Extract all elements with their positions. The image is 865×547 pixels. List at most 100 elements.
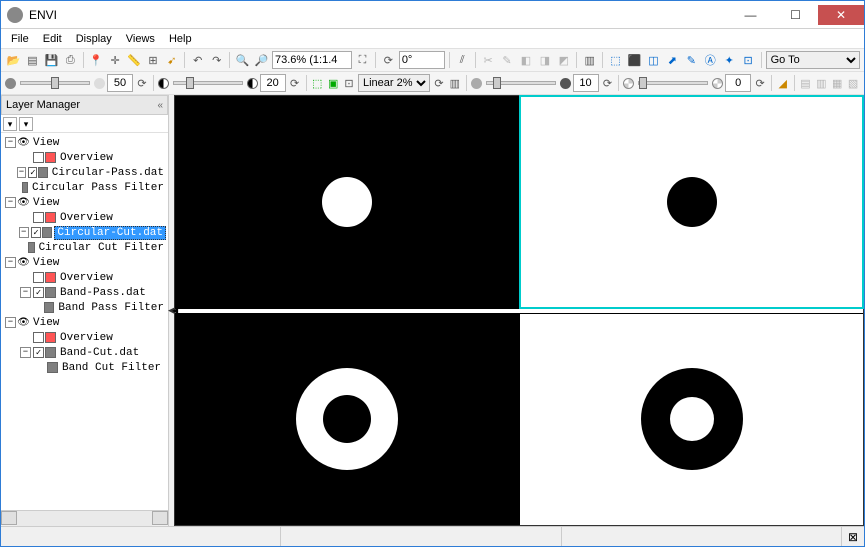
goto-select[interactable]: Go To <box>766 51 860 69</box>
arrow-icon[interactable]: ➹ <box>163 51 180 69</box>
redo-icon[interactable]: ↷ <box>208 51 225 69</box>
layers-icon[interactable]: ▤ <box>24 51 41 69</box>
rotate-icon[interactable]: ⟳ <box>380 51 397 69</box>
tool-e-icon[interactable]: ◩ <box>555 51 572 69</box>
open-icon[interactable]: 📂 <box>5 51 22 69</box>
vector-icon[interactable]: ✎ <box>683 51 700 69</box>
checkbox[interactable] <box>33 287 44 298</box>
tree-view-node[interactable]: −👁View <box>3 195 166 210</box>
tree-layer-node[interactable]: Band Cut Filter <box>3 360 166 375</box>
expander-icon[interactable]: − <box>5 317 16 328</box>
checkbox[interactable] <box>33 212 44 223</box>
zoom-in-icon[interactable]: 🔎 <box>253 51 270 69</box>
viewport-1[interactable] <box>175 96 518 308</box>
viewport-4[interactable] <box>520 314 863 526</box>
rotation-input[interactable] <box>399 51 445 69</box>
tool-a-icon[interactable]: ✂ <box>480 51 497 69</box>
tool-d-icon[interactable]: ◨ <box>536 51 553 69</box>
tree-view-node[interactable]: −👁View <box>3 255 166 270</box>
fly-icon[interactable]: ⬈ <box>664 51 681 69</box>
tree-layer-node[interactable]: Overview <box>3 330 166 345</box>
tree-layer-node[interactable]: Circular Pass Filter <box>3 180 166 195</box>
expander-icon[interactable]: − <box>20 287 31 298</box>
scale-icon[interactable]: 📏 <box>126 51 143 69</box>
tree-layer-node[interactable]: Band Pass Filter <box>3 300 166 315</box>
annot-icon[interactable]: Ⓐ <box>702 51 719 69</box>
stretch-full-icon[interactable]: ⊡ <box>342 74 356 92</box>
tree-layer-node[interactable]: −Band-Cut.dat <box>3 345 166 360</box>
menu-views[interactable]: Views <box>120 31 161 47</box>
brightness-input[interactable] <box>107 74 133 92</box>
tree-collapse-icon[interactable]: ▾ <box>3 117 17 131</box>
expander-icon[interactable]: − <box>5 137 16 148</box>
align-right-icon[interactable]: ▦ <box>830 74 844 92</box>
pan-icon[interactable]: ◫ <box>645 51 662 69</box>
mensuration-icon[interactable]: ⊡ <box>740 51 757 69</box>
tree-layer-node[interactable]: −Band-Pass.dat <box>3 285 166 300</box>
checkbox[interactable] <box>31 227 41 238</box>
status-close-icon[interactable]: ⊠ <box>842 530 864 544</box>
menu-help[interactable]: Help <box>163 31 198 47</box>
contrast-reset-icon[interactable]: ⟳ <box>288 74 302 92</box>
zoom-fit-icon[interactable]: ⛶ <box>354 51 371 69</box>
sharpen-reset-icon[interactable]: ⟳ <box>601 74 615 92</box>
menu-display[interactable]: Display <box>70 31 118 47</box>
stretch-view-icon[interactable]: ▣ <box>326 74 340 92</box>
transparency-reset-icon[interactable]: ⟳ <box>753 74 767 92</box>
zoom-out-icon[interactable]: 🔍 <box>234 51 251 69</box>
stretch-select[interactable]: Linear 2% <box>358 74 430 92</box>
tree-layer-node[interactable]: Overview <box>3 150 166 165</box>
sharpen-slider[interactable] <box>471 78 571 89</box>
align-left-icon[interactable]: ▤ <box>799 74 813 92</box>
minimize-button[interactable]: — <box>728 5 773 25</box>
transparency-slider[interactable] <box>623 78 723 89</box>
pin-icon[interactable]: 📍 <box>88 51 105 69</box>
tree-expand-icon[interactable]: ▾ <box>19 117 33 131</box>
portal-icon[interactable]: ◢ <box>776 74 790 92</box>
histogram2-icon[interactable]: ▥ <box>448 74 462 92</box>
brightness-slider[interactable] <box>5 78 105 89</box>
zoom-input[interactable] <box>272 51 352 69</box>
tool-c-icon[interactable]: ◧ <box>518 51 535 69</box>
maximize-button[interactable]: ☐ <box>773 5 818 25</box>
tree-layer-node[interactable]: Circular Cut Filter <box>3 240 166 255</box>
histogram-icon[interactable]: ▥ <box>581 51 598 69</box>
tree-layer-node[interactable]: −Circular-Cut.dat <box>3 225 166 240</box>
grid-icon[interactable]: ⊞ <box>145 51 162 69</box>
expander-icon[interactable]: − <box>5 197 16 208</box>
tree-layer-node[interactable]: Overview <box>3 270 166 285</box>
expander-icon[interactable]: − <box>5 257 16 268</box>
align-center-icon[interactable]: ▥ <box>814 74 828 92</box>
expander-icon[interactable]: − <box>19 227 29 238</box>
checkbox[interactable] <box>28 167 37 178</box>
menu-file[interactable]: File <box>5 31 35 47</box>
brightness-reset-icon[interactable]: ⟳ <box>135 74 149 92</box>
layer-tree[interactable]: −👁ViewOverview−Circular-Pass.datCircular… <box>1 133 168 510</box>
transparency-input[interactable] <box>725 74 751 92</box>
select-icon[interactable]: ⬛ <box>626 51 643 69</box>
expander-icon[interactable]: − <box>17 167 26 178</box>
stretch-reset-icon[interactable]: ⟳ <box>432 74 446 92</box>
menu-edit[interactable]: Edit <box>37 31 68 47</box>
tree-view-node[interactable]: −👁View <box>3 315 166 330</box>
checkbox[interactable] <box>33 152 44 163</box>
checkbox[interactable] <box>33 332 44 343</box>
checkbox[interactable] <box>33 272 44 283</box>
undo-icon[interactable]: ↶ <box>189 51 206 69</box>
checkbox[interactable] <box>33 347 44 358</box>
feature-icon[interactable]: ✦ <box>721 51 738 69</box>
tool-b-icon[interactable]: ✎ <box>499 51 516 69</box>
save-icon[interactable]: 💾 <box>43 51 60 69</box>
tree-layer-node[interactable]: Overview <box>3 210 166 225</box>
print-icon[interactable]: ⎙ <box>62 51 79 69</box>
sharpen-input[interactable] <box>573 74 599 92</box>
roi-tool-icon[interactable]: ⬚ <box>607 51 624 69</box>
stretch-roi-icon[interactable]: ⬚ <box>310 74 324 92</box>
tree-view-node[interactable]: −👁View <box>3 135 166 150</box>
cursor-icon[interactable]: ✛ <box>107 51 124 69</box>
contrast-input[interactable] <box>260 74 286 92</box>
tree-layer-node[interactable]: −Circular-Pass.dat <box>3 165 166 180</box>
viewport-2[interactable] <box>520 96 863 308</box>
align-just-icon[interactable]: ▧ <box>846 74 860 92</box>
sidebar-scrollbar[interactable] <box>1 510 168 526</box>
